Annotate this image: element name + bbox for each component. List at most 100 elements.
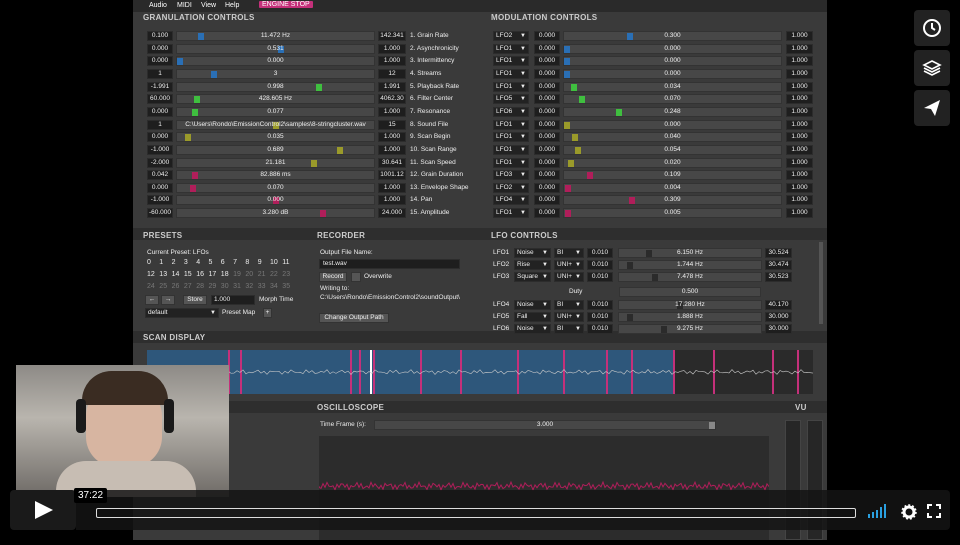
preset-slot[interactable]: 14 <box>172 271 180 278</box>
slider-knob[interactable] <box>177 58 183 66</box>
lfo-freq-slider[interactable]: 1.744 Hz <box>618 260 762 271</box>
preset-slot[interactable]: 7 <box>233 259 237 266</box>
slider-knob[interactable] <box>198 33 204 40</box>
mod-depth-slider[interactable]: 0.070 <box>563 94 782 105</box>
mod-min-input[interactable]: 0.000 <box>534 144 560 155</box>
param-max-input[interactable]: 1.000 <box>378 132 406 143</box>
lfo-polarity-select[interactable]: BI ▼ <box>554 248 584 258</box>
menu-view[interactable]: View <box>201 2 216 9</box>
mod-min-input[interactable]: 0.000 <box>534 68 560 79</box>
mod-min-input[interactable]: 0.000 <box>534 94 560 105</box>
preset-slot[interactable]: 19 <box>233 271 241 278</box>
lfo-polarity-select[interactable]: BI ▼ <box>554 324 584 335</box>
mod-max-input[interactable]: 1.000 <box>786 182 813 193</box>
preset-slot[interactable]: 4 <box>196 259 200 266</box>
lfo-freq-max-input[interactable]: 30.523 <box>765 272 792 283</box>
param-slider[interactable]: 0.000 <box>176 195 375 206</box>
lfo-shape-select[interactable]: Noise ▼ <box>514 300 551 310</box>
lfo-source-select[interactable]: LFO1 ▼ <box>493 144 529 155</box>
slider-knob[interactable] <box>564 45 570 53</box>
add-preset-map-button[interactable]: + <box>263 308 272 318</box>
mod-min-input[interactable]: 0.000 <box>534 182 560 193</box>
param-min-input[interactable]: 1 <box>147 119 173 130</box>
param-max-input[interactable]: 1.000 <box>378 106 406 117</box>
param-slider[interactable]: C:\Users\Rondo\EmissionControl2\samples\… <box>176 119 375 130</box>
mod-max-input[interactable]: 1.000 <box>786 170 813 181</box>
mod-min-input[interactable]: 0.000 <box>534 132 560 143</box>
lfo-source-select[interactable]: LFO1 ▼ <box>493 81 529 92</box>
slider-knob[interactable] <box>578 96 585 104</box>
mod-depth-slider[interactable]: 0.005 <box>563 208 782 219</box>
slider-knob[interactable] <box>310 159 317 167</box>
lfo-source-select[interactable]: LFO2 ▼ <box>493 31 529 41</box>
lfo-freq-slider[interactable]: 1.888 Hz <box>618 312 762 323</box>
lfo-freq-min-input[interactable]: 0.010 <box>587 312 613 323</box>
slider-knob[interactable] <box>571 83 578 91</box>
lfo-polarity-select[interactable]: BI ▼ <box>554 300 584 310</box>
share-button[interactable] <box>914 90 950 126</box>
mod-min-input[interactable]: 0.000 <box>534 195 560 206</box>
volume-icon[interactable] <box>868 504 890 518</box>
lfo-source-select[interactable]: LFO5 ▼ <box>493 94 529 105</box>
preset-slot[interactable]: 25 <box>159 283 167 290</box>
slider-knob[interactable] <box>564 58 570 66</box>
mod-min-input[interactable]: 0.000 <box>534 208 560 219</box>
lfo-freq-slider[interactable]: 9.275 Hz <box>618 324 762 335</box>
param-min-input[interactable]: 0.000 <box>147 56 173 67</box>
mod-min-input[interactable]: 0.000 <box>534 157 560 168</box>
lfo-freq-max-input[interactable]: 30.000 <box>765 312 792 323</box>
preset-slot[interactable]: 11 <box>282 259 289 266</box>
mod-min-input[interactable]: 0.000 <box>534 170 560 181</box>
param-min-input[interactable]: 0.042 <box>147 170 173 181</box>
collections-button[interactable] <box>914 50 950 86</box>
param-min-input[interactable]: 0.100 <box>147 31 173 41</box>
mod-min-input[interactable]: 0.000 <box>534 31 560 41</box>
change-output-path-button[interactable]: Change Output Path <box>319 313 389 323</box>
preset-slot[interactable]: 8 <box>245 259 249 266</box>
param-max-input[interactable]: 24.000 <box>378 208 406 219</box>
preset-slot[interactable]: 27 <box>184 283 192 290</box>
param-slider[interactable]: 0.070 <box>176 182 375 193</box>
mod-max-input[interactable]: 1.000 <box>786 68 813 79</box>
preset-slot[interactable]: 15 <box>184 271 192 278</box>
preset-slot[interactable]: 33 <box>258 283 266 290</box>
param-slider[interactable]: 0.689 <box>176 144 375 155</box>
mod-depth-slider[interactable]: 0.000 <box>563 68 782 79</box>
slider-knob[interactable] <box>192 108 199 116</box>
duty-slider[interactable]: 0.500 <box>619 287 761 297</box>
lfo-source-select[interactable]: LFO1 ▼ <box>493 68 529 79</box>
preset-slot[interactable]: 28 <box>196 283 204 290</box>
lfo-freq-slider[interactable]: 17.280 Hz <box>618 300 762 310</box>
param-min-input[interactable]: 0.000 <box>147 182 173 193</box>
lfo-shape-select[interactable]: Noise ▼ <box>514 324 551 335</box>
slider-knob[interactable] <box>190 184 197 192</box>
lfo-scrollbar[interactable] <box>819 242 823 324</box>
mod-depth-slider[interactable]: 0.000 <box>563 119 782 130</box>
store-button[interactable]: Store <box>183 295 207 305</box>
preset-slot[interactable]: 10 <box>270 259 278 266</box>
mod-depth-slider[interactable]: 0.020 <box>563 157 782 168</box>
slider-knob[interactable] <box>572 134 579 142</box>
preset-slot[interactable]: 26 <box>172 283 180 290</box>
preset-slot[interactable]: 35 <box>282 283 290 290</box>
param-max-input[interactable]: 4062.30 <box>378 94 406 105</box>
lfo-source-select[interactable]: LFO1 ▼ <box>493 208 529 219</box>
mod-min-input[interactable]: 0.000 <box>534 56 560 67</box>
slider-knob[interactable] <box>194 96 201 104</box>
param-min-input[interactable]: -60.000 <box>147 208 173 219</box>
engine-stop-button[interactable]: ENGINE STOP <box>259 1 313 8</box>
param-slider[interactable]: 3 <box>176 68 375 79</box>
lfo-source-select[interactable]: LFO1 ▼ <box>493 56 529 67</box>
lfo-shape-select[interactable]: Rise ▼ <box>514 260 551 271</box>
preset-slot[interactable]: 20 <box>245 271 253 278</box>
slider-knob[interactable] <box>565 210 572 218</box>
mod-depth-slider[interactable]: 0.034 <box>563 81 782 92</box>
preset-slot[interactable]: 30 <box>221 283 229 290</box>
preset-slot[interactable]: 22 <box>270 271 278 278</box>
lfo-freq-min-input[interactable]: 0.010 <box>587 248 613 258</box>
slider-knob[interactable] <box>564 70 570 78</box>
preset-slot[interactable]: 2 <box>172 259 176 266</box>
slider-knob[interactable] <box>184 134 191 142</box>
morph-time-input[interactable]: 1.000 <box>211 295 255 305</box>
preset-slot[interactable]: 21 <box>258 271 266 278</box>
